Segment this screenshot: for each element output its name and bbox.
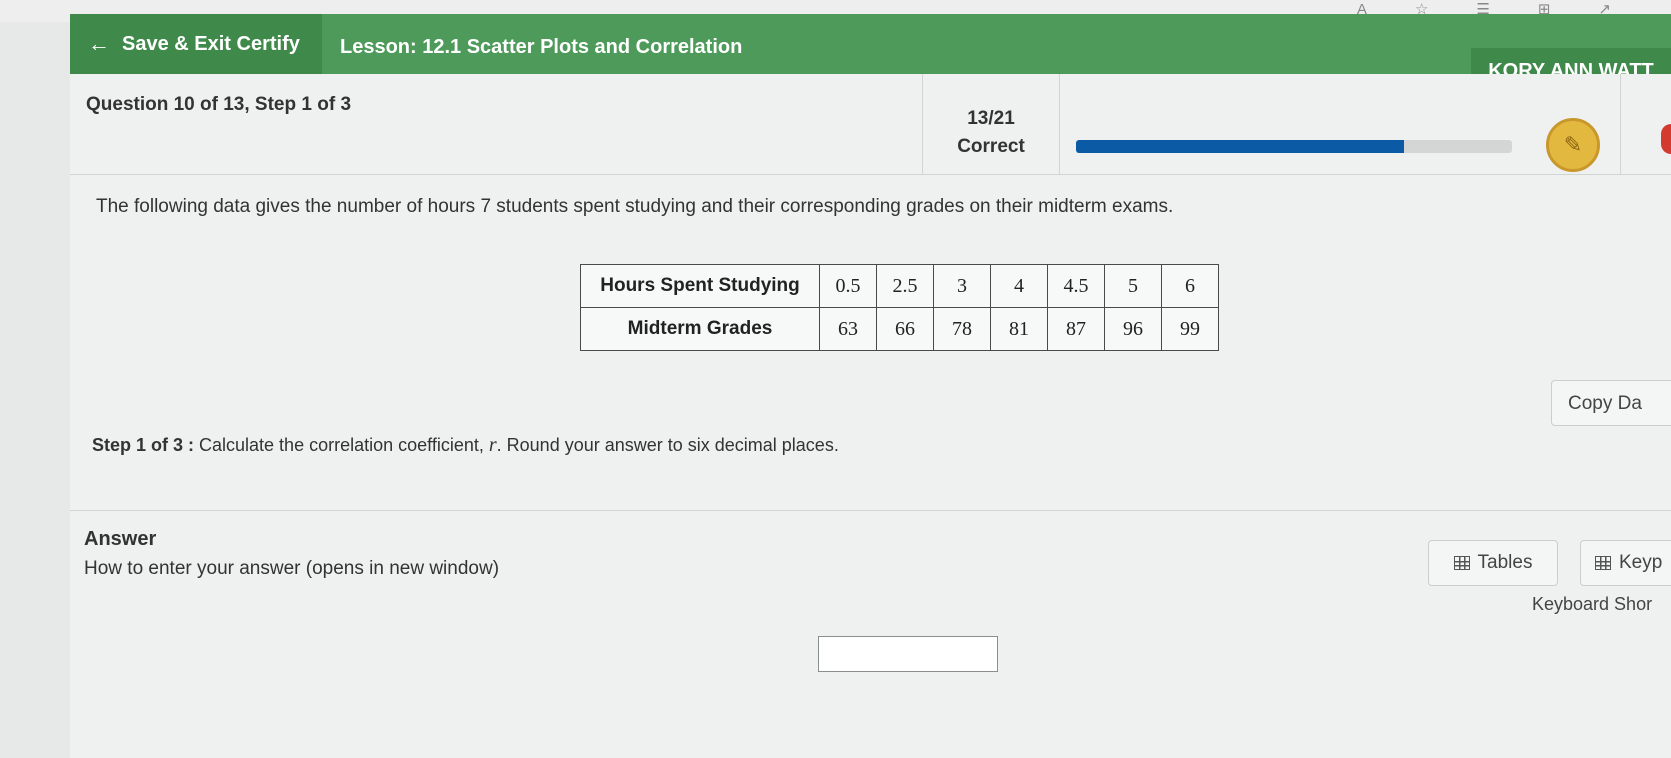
step-instructions: Step 1 of 3 : Calculate the correlation …: [92, 434, 839, 457]
table-grid-icon: [1453, 556, 1470, 570]
answer-input-box[interactable]: [818, 636, 998, 672]
tables-label: Tables: [1477, 552, 1533, 573]
top-bar: ← Save & Exit Certify Lesson: 12.1 Scatt…: [70, 14, 1671, 74]
tables-button[interactable]: Tables: [1428, 540, 1558, 586]
question-prompt: The following data gives the number of h…: [96, 196, 1174, 217]
table-cell: 2.5: [876, 264, 934, 308]
keypad-button[interactable]: Keyp: [1580, 540, 1671, 586]
table-cell: 66: [876, 307, 934, 351]
notification-tab[interactable]: [1661, 124, 1671, 154]
data-table: Hours Spent Studying 0.5 2.5 3 4 4.5 5 6…: [580, 264, 1219, 351]
step-text-after: . Round your answer to six decimal place…: [496, 435, 839, 455]
answer-input[interactable]: [819, 637, 997, 671]
keypad-label: Keyp: [1619, 552, 1663, 573]
table-cell: 5: [1104, 264, 1162, 308]
section-divider: [70, 510, 1671, 511]
step-text-before: Calculate the correlation coefficient,: [194, 435, 489, 455]
question-header: Question 10 of 13, Step 1 of 3 13/21 Cor…: [70, 74, 1671, 175]
copy-data-button[interactable]: Copy Da: [1551, 380, 1671, 426]
keyboard-shortcuts-link[interactable]: Keyboard Shor: [1532, 594, 1652, 615]
table-cell: 4.5: [1047, 264, 1105, 308]
score-value: 13/21: [967, 108, 1015, 129]
calculator-icon: [1595, 556, 1611, 570]
divider: [1620, 74, 1621, 174]
progress-bar: [1076, 140, 1512, 153]
answer-label: Answer: [84, 528, 157, 550]
progress-fill: [1076, 140, 1404, 153]
row-header-grades: Midterm Grades: [580, 307, 820, 351]
table-cell: 96: [1104, 307, 1162, 351]
how-to-enter-link[interactable]: How to enter your answer (opens in new w…: [84, 558, 499, 580]
step-label: Step 1 of 3 :: [92, 435, 195, 455]
table-cell: 81: [990, 307, 1048, 351]
table-cell: 99: [1161, 307, 1219, 351]
row-header-hours: Hours Spent Studying: [580, 264, 820, 308]
table-row: Midterm Grades 63 66 78 81 87 96 99: [580, 307, 1219, 351]
back-arrow-icon: ←: [88, 31, 110, 56]
table-cell: 63: [819, 307, 877, 351]
table-cell: 4: [990, 264, 1048, 308]
table-cell: 87: [1047, 307, 1105, 351]
save-exit-label: Save & Exit Certify: [122, 32, 300, 55]
variable-r: r: [488, 434, 497, 456]
question-panel: Question 10 of 13, Step 1 of 3 13/21 Cor…: [70, 74, 1671, 758]
table-cell: 0.5: [819, 264, 877, 308]
question-title: Question 10 of 13, Step 1 of 3: [86, 94, 352, 115]
table-row: Hours Spent Studying 0.5 2.5 3 4 4.5 5 6: [580, 264, 1219, 308]
table-cell: 3: [933, 264, 991, 308]
table-cell: 6: [1161, 264, 1219, 308]
lesson-title: Lesson: 12.1 Scatter Plots and Correlati…: [340, 36, 743, 58]
table-cell: 78: [933, 307, 991, 351]
score-label: Correct: [957, 136, 1025, 157]
score-box: 13/21 Correct: [922, 74, 1060, 174]
save-exit-button[interactable]: ← Save & Exit Certify: [70, 14, 322, 74]
trophy-badge-icon[interactable]: ✎: [1546, 118, 1600, 172]
